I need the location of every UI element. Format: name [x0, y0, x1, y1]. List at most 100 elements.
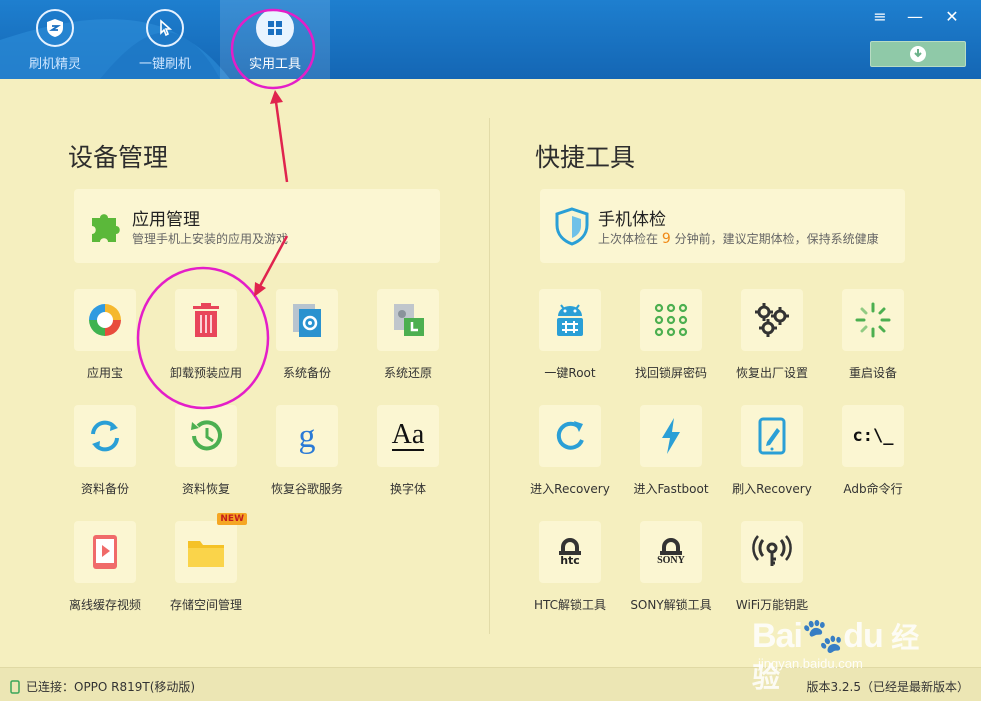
phone-checkup-card[interactable]: 手机体检 上次体检在 9 分钟前，建议定期体检，保持系统健康 [540, 189, 905, 263]
tool-label: 刷入Recovery [732, 482, 812, 496]
watermark-brand: Bai [752, 617, 803, 655]
tool-data-backup[interactable]: 资料备份 [55, 405, 155, 505]
tool-label: 恢复出厂设置 [735, 366, 808, 380]
phone-icon [10, 679, 20, 694]
app-store-icon [89, 304, 121, 336]
download-icon [910, 46, 926, 62]
shield-icon [36, 9, 74, 47]
refresh-icon [556, 421, 584, 450]
tool-label: 离线缓存视频 [68, 598, 141, 612]
tool-label: 一键Root [544, 366, 596, 380]
tab-label: 一键刷机 [138, 57, 191, 72]
tool-label: 存储空间管理 [169, 598, 242, 612]
tool-reboot-device[interactable]: 重启设备 [823, 289, 923, 389]
menu-button[interactable]: ≡ [869, 6, 891, 28]
tab-utilities[interactable]: 实用工具 [220, 0, 330, 79]
tool-flash-recovery[interactable]: 刷入Recovery [722, 405, 822, 505]
lightning-icon [662, 418, 680, 454]
tab-one-click-flash[interactable]: 一键刷机 [110, 0, 220, 79]
section-divider [489, 118, 490, 634]
app-header: 刷机精灵 一键刷机 实用工具 ≡ — ✕ [0, 0, 981, 79]
loading-icon [855, 302, 891, 338]
tool-system-backup[interactable]: 系统备份 [257, 289, 357, 389]
tool-label: 系统还原 [383, 366, 432, 380]
sony-logo-text: SONY [657, 555, 685, 566]
tool-label: 重启设备 [848, 366, 897, 380]
tool-enter-fastboot[interactable]: 进入Fastboot [621, 405, 721, 505]
tool-label: 资料备份 [80, 482, 129, 496]
minimize-button[interactable]: — [904, 6, 926, 28]
gears-icon [755, 303, 789, 337]
tool-label: Adb命令行 [843, 482, 903, 496]
app-management-card[interactable]: 应用管理 管理手机上安装的应用及游戏 [74, 189, 440, 263]
htc-lock-icon [559, 538, 581, 555]
tool-storage-management[interactable]: NEW 存储空间管理 [156, 513, 256, 621]
close-button[interactable]: ✕ [941, 6, 963, 28]
tool-label: 进入Recovery [530, 482, 610, 496]
tool-adb-command[interactable]: c:\_ Adb命令行 [823, 405, 923, 505]
tab-label: 刷机精灵 [28, 57, 81, 72]
tool-label: 卸载预装应用 [169, 366, 242, 380]
tool-restore-google-services[interactable]: g 恢复谷歌服务 [257, 405, 357, 505]
video-icon [93, 535, 117, 569]
checkup-prefix: 上次体检在 [598, 232, 659, 246]
wifi-key-icon [752, 535, 792, 566]
system-restore-icon [394, 304, 424, 336]
sony-lock-icon [660, 538, 682, 555]
new-badge: NEW [217, 513, 247, 525]
tool-label: 进入Fastboot [633, 482, 709, 496]
annotation-arrow-up [274, 101, 289, 183]
download-button[interactable] [870, 41, 966, 67]
svg-text:g: g [299, 418, 316, 455]
tool-change-font[interactable]: Aa 换字体 [358, 405, 458, 505]
grid-icon [256, 9, 294, 47]
card-subtitle: 上次体检在 9 分钟前，建议定期体检，保持系统健康 [598, 230, 879, 247]
puzzle-icon [92, 214, 120, 242]
tool-htc-unlock[interactable]: htc HTC解锁工具 [520, 521, 620, 621]
tool-label: HTC解锁工具 [533, 598, 607, 612]
trash-icon [193, 303, 219, 337]
tool-app-store[interactable]: 应用宝 [55, 289, 155, 389]
tool-one-click-root[interactable]: 一键Root [520, 289, 620, 389]
tool-system-restore[interactable]: 系统还原 [358, 289, 458, 389]
quick-tools-title: 快捷工具 [535, 143, 636, 172]
tool-label: 系统备份 [282, 366, 331, 380]
card-title: 应用管理 [132, 210, 200, 230]
tool-data-restore[interactable]: 资料恢复 [156, 405, 256, 505]
device-management-title: 设备管理 [68, 143, 169, 172]
android-icon [557, 304, 583, 336]
tool-label: 换字体 [389, 482, 426, 496]
watermark-brand-suffix: du [843, 617, 884, 655]
watermark-paw-icon: 🐾 [801, 617, 844, 655]
history-icon [191, 420, 222, 451]
checkup-suffix: 分钟前，建议定期体检，保持系统健康 [674, 232, 879, 246]
tool-enter-recovery[interactable]: 进入Recovery [520, 405, 620, 505]
sync-icon [91, 420, 119, 452]
tab-flash-wizard[interactable]: 刷机精灵 [0, 0, 110, 79]
tool-sony-unlock[interactable]: SONY SONY解锁工具 [621, 521, 721, 621]
pattern-lock-icon [654, 303, 688, 337]
tool-label: 找回锁屏密码 [634, 366, 707, 380]
tool-recover-lock-password[interactable]: 找回锁屏密码 [621, 289, 721, 389]
cursor-icon [146, 9, 184, 47]
tablet-edit-icon [758, 417, 786, 455]
checkup-minutes: 9 [661, 231, 671, 247]
tool-label: 资料恢复 [181, 482, 230, 496]
connected-device-text: 已连接：OPPO R819T(移动版) [26, 680, 196, 694]
tool-label: SONY解锁工具 [630, 598, 712, 612]
tool-label: 应用宝 [86, 366, 123, 380]
tool-offline-video[interactable]: 离线缓存视频 [55, 521, 155, 621]
font-icon: Aa [391, 419, 425, 451]
system-backup-icon [293, 304, 321, 337]
tool-factory-reset[interactable]: 恢复出厂设置 [722, 289, 822, 389]
watermark-url: jingyan.baidu.com [758, 656, 863, 671]
connection-status: 已连接：OPPO R819T(移动版) [10, 678, 195, 695]
baidu-watermark: Bai🐾du 经验 jingyan.baidu.com [752, 594, 932, 693]
tab-label: 实用工具 [248, 57, 301, 72]
card-title: 手机体检 [598, 210, 666, 230]
google-icon: g [299, 418, 316, 455]
folder-icon [188, 541, 224, 567]
tool-label: 恢复谷歌服务 [270, 482, 343, 496]
tool-uninstall-preinstalled[interactable]: 卸载预装应用 [156, 289, 256, 389]
card-subtitle: 管理手机上安装的应用及游戏 [132, 232, 289, 246]
